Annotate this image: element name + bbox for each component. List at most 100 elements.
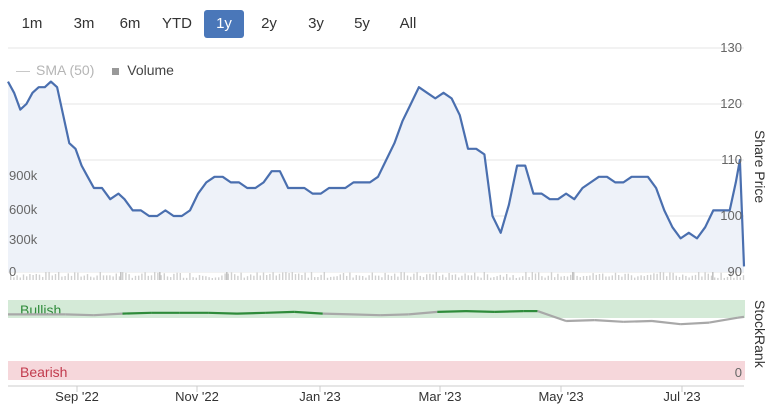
volume-bar: [688, 277, 690, 280]
volume-bar: [208, 277, 210, 280]
stockrank-segment: [122, 311, 152, 315]
volume-bar: [426, 274, 428, 280]
volume-bar: [118, 276, 121, 280]
volume-bar: [381, 277, 383, 280]
volume-bar: [506, 274, 508, 280]
volume-bar: [166, 276, 169, 280]
volume-bar: [442, 274, 444, 280]
volume-bar: [675, 275, 677, 280]
stockrank-segment: [65, 313, 94, 317]
volume-bar: [256, 272, 258, 280]
volume-bar: [621, 276, 623, 280]
stockrank-axis-title: StockRank: [752, 300, 768, 368]
volume-bar: [61, 276, 63, 280]
x-tick-label: Sep '22: [55, 389, 99, 404]
volume-bar: [685, 275, 687, 280]
price-tick-label: 120: [720, 96, 742, 111]
volume-bar: [390, 275, 393, 280]
volume-bar: [317, 276, 319, 280]
volume-bar: [378, 275, 380, 280]
volume-bar: [557, 273, 559, 280]
volume-bar: [157, 272, 159, 280]
volume-bar: [202, 275, 204, 280]
volume-bar: [570, 274, 572, 280]
volume-tick-label: 300k: [9, 232, 38, 247]
volume-bar: [582, 276, 585, 280]
volume-bar: [723, 277, 725, 280]
volume-bar: [589, 275, 591, 280]
volume-bar: [496, 276, 498, 280]
volume-bar: [288, 273, 290, 280]
stockrank-segment: [651, 319, 681, 326]
volume-bar: [342, 273, 345, 280]
volume-bar: [182, 277, 185, 280]
volume-bar: [38, 274, 41, 280]
volume-bar: [339, 274, 341, 280]
volume-bar: [579, 277, 581, 280]
volume-bar: [234, 274, 236, 280]
stockrank-segment: [208, 311, 238, 315]
volume-bar: [691, 275, 693, 280]
volume-bar: [598, 273, 601, 280]
volume-bar: [326, 277, 329, 280]
volume-bar: [195, 277, 197, 280]
volume-bar: [282, 272, 284, 280]
volume-bar: [646, 275, 649, 280]
volume-bar: [458, 277, 460, 280]
volume-bar: [211, 277, 213, 280]
volume-bar: [26, 276, 28, 280]
volume-bar: [618, 275, 620, 280]
stockrank-segment: [566, 319, 595, 323]
volume-bar: [534, 273, 537, 280]
bearish-band: [8, 361, 745, 380]
stockrank-segment: [737, 315, 745, 319]
volume-bar: [672, 272, 674, 280]
volume-bar: [349, 272, 351, 280]
volume-bar: [227, 273, 229, 280]
volume-bar: [486, 274, 489, 280]
x-tick-label: Nov '22: [175, 389, 219, 404]
volume-bar: [624, 273, 626, 280]
volume-bar: [237, 275, 239, 280]
volume-bar: [714, 277, 716, 280]
stockrank-tick-label: 0: [735, 365, 742, 380]
volume-bar: [602, 273, 604, 280]
stockrank-segment: [265, 310, 295, 314]
volume-bar: [218, 277, 220, 280]
volume-bar: [250, 274, 252, 280]
bearish-label: Bearish: [20, 364, 67, 380]
stockrank-segment: [680, 321, 710, 326]
volume-bar: [298, 273, 300, 280]
volume-bar: [109, 275, 111, 280]
volume-bar: [576, 275, 578, 280]
stockrank-segment: [623, 319, 653, 323]
volume-bar: [307, 277, 309, 280]
volume-bar: [467, 275, 469, 280]
volume-bar: [592, 273, 594, 280]
stockrank-segment: [322, 312, 352, 316]
volume-bar: [720, 272, 722, 280]
volume-bar: [630, 275, 633, 280]
volume-bar: [346, 275, 348, 280]
volume-bar: [138, 275, 140, 280]
stockrank-segment: [236, 311, 266, 315]
volume-bar: [477, 276, 479, 280]
volume-bar: [429, 273, 431, 280]
volume-bar: [541, 276, 543, 280]
volume-bar: [96, 275, 98, 280]
volume-bar: [314, 277, 316, 280]
volume-bar: [83, 275, 85, 280]
volume-bar: [16, 275, 18, 280]
volume-bar: [243, 277, 245, 280]
volume-bar: [269, 273, 271, 280]
volume-bar: [637, 276, 639, 280]
volume-bar: [422, 277, 425, 280]
volume-bar: [368, 275, 370, 280]
volume-bar: [224, 273, 226, 280]
volume-bar: [102, 275, 105, 280]
volume-bar: [643, 276, 645, 280]
volume-bar: [115, 273, 117, 280]
volume-bar: [419, 275, 421, 280]
volume-bar: [240, 272, 242, 280]
volume-bar: [586, 276, 588, 280]
